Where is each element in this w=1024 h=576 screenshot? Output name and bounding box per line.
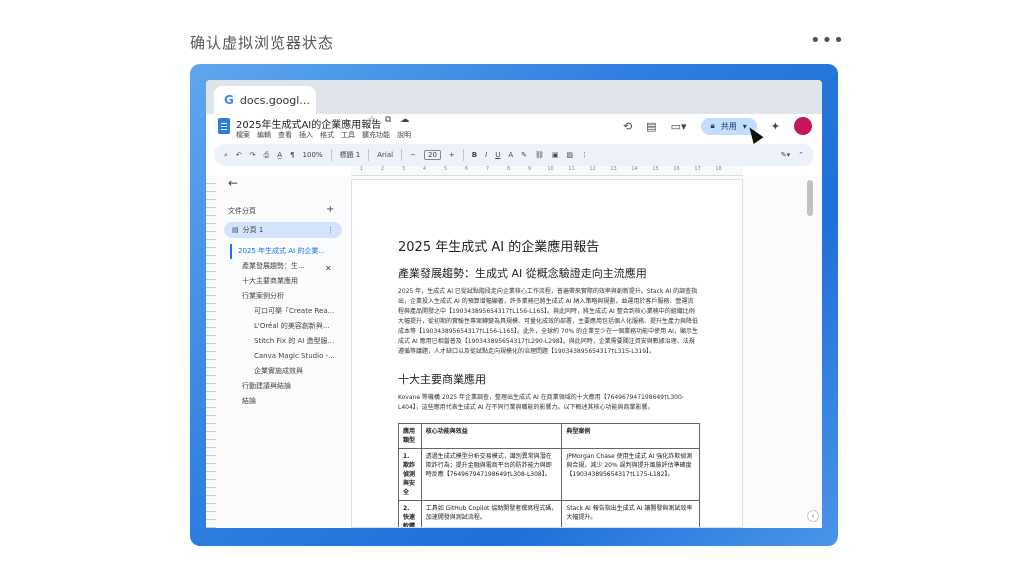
table-row: 2. 快速軟體開發 工具如 GitHub Copilot 協助開發者撰寫程式碼，…: [398, 500, 700, 527]
ruler-tick: 10: [547, 166, 554, 172]
heading-apps: 十大主要商業應用: [398, 373, 486, 386]
outline-item[interactable]: 行動建議與結論: [230, 379, 342, 394]
ruler-tick: 12: [589, 166, 596, 172]
ruler-tick: 15: [652, 166, 659, 172]
scrollbar-thumb[interactable]: [807, 180, 813, 216]
tab-doc-icon: ▤: [232, 226, 239, 234]
table-row: 1. 欺詐偵測與安全 透過生成式模型分析交易模式，識別異常與潛在欺詐行為；提升金…: [398, 448, 700, 501]
ruler-tick: 6: [464, 166, 469, 172]
table-header: 典型案例: [561, 423, 700, 449]
table-header: 應用類型: [398, 423, 422, 449]
table-cell: 1. 欺詐偵測與安全: [398, 448, 422, 501]
ruler-tick: 11: [568, 166, 575, 172]
collapse-panel-icon[interactable]: ‹: [807, 510, 819, 522]
outline-item[interactable]: Stitch Fix 的 AI 造型服...: [230, 334, 342, 349]
table-header: 核心功能與效益: [420, 423, 563, 449]
table-cell: 2. 快速軟體開發: [398, 500, 422, 527]
close-icon[interactable]: ✕: [325, 264, 332, 273]
outline-item[interactable]: Canva Magic Studio -...: [230, 349, 342, 364]
outline-item[interactable]: 企業實施成效與: [230, 364, 342, 379]
table-cell: 工具如 GitHub Copilot 協助開發者撰寫程式碼，加速開發與測試流程。: [420, 500, 563, 527]
docs-workspace: 1 2 3 4 5 6 7 8 9 10 11 12 13 14 15 16 17 18 ← 文件分頁 + ▤ 分…: [206, 80, 822, 528]
table-cell: JPMorgan Chase 使用生成式 AI 強化詐欺偵測與合規，減少 20%…: [561, 448, 700, 501]
outline-item[interactable]: 十大主要商業應用: [230, 274, 342, 289]
applications-table: 應用類型 核心功能與效益 典型案例 1. 欺詐偵測與安全 透過生成式模型分析交易…: [398, 423, 700, 527]
horizontal-ruler: 1 2 3 4 5 6 7 8 9 10 11 12 13 14 15 16 17 18: [351, 166, 743, 176]
table-cell: Stack AI 報告指出生成式 AI 讓開發與測試效率大幅提升。: [561, 500, 700, 527]
table-cell: 透過生成式模型分析交易模式，識別異常與潛在欺詐行為；提升金融與電商平台的防詐能力…: [420, 448, 563, 501]
document-outline-sidebar: ← 文件分頁 + ▤ 分頁 1 ⋮ 2025 年生成式 AI 的企業... 產業發…: [216, 176, 346, 528]
ruler-tick: 1: [359, 166, 364, 172]
document-page[interactable]: 2025 年生成式 AI 的企業應用報告 產業發展趨勢：生成式 AI 從概念驗證…: [351, 179, 743, 528]
outline-item[interactable]: 2025 年生成式 AI 的企業...: [230, 244, 342, 259]
ruler-tick: 13: [610, 166, 617, 172]
outline-item[interactable]: 結論: [230, 394, 342, 409]
outline-item[interactable]: 行業案例分析: [230, 289, 342, 304]
outline-item[interactable]: 可口可樂「Create Rea...: [230, 304, 342, 319]
tabs-heading: 文件分頁: [228, 207, 256, 215]
vertical-ruler: [206, 176, 216, 528]
ruler-tick: 5: [443, 166, 448, 172]
tab-item-label: 分頁 1: [242, 226, 264, 234]
page-title: 确认虚拟浏览器状态: [190, 34, 335, 52]
ruler-tick: 9: [527, 166, 532, 172]
ruler-tick: 17: [694, 166, 701, 172]
ruler-tick: 14: [631, 166, 638, 172]
ruler-tick: 16: [673, 166, 680, 172]
paragraph-apps: Kovane 等機構 2025 年企業調查，整理出生成式 AI 在商業領域的十大…: [398, 394, 684, 411]
back-arrow-icon[interactable]: ←: [228, 176, 238, 190]
paragraph-trend: 2025 年，生成式 AI 已從試點階段走向企業核心工作流程，普遍帶來實際的效率…: [398, 288, 699, 355]
tab-options-icon[interactable]: ⋮: [327, 226, 334, 234]
ruler-tick: 3: [401, 166, 406, 172]
outline-item[interactable]: L'Oréal 的美容創新與...: [230, 319, 342, 334]
ruler-tick: 7: [485, 166, 490, 172]
ruler-tick: 4: [422, 166, 427, 172]
add-tab-button[interactable]: +: [326, 204, 334, 215]
ruler-tick: 8: [506, 166, 511, 172]
ruler-tick: 2: [380, 166, 385, 172]
more-options-icon[interactable]: •••: [810, 30, 845, 51]
doc-main-title: 2025 年生成式 AI 的企業應用報告: [398, 240, 600, 255]
tab-item-1[interactable]: ▤ 分頁 1 ⋮: [224, 222, 342, 238]
heading-trend: 產業發展趨勢：生成式 AI 從概念驗證走向主流應用: [398, 267, 647, 280]
ruler-tick: 18: [715, 166, 722, 172]
vertical-scrollbar[interactable]: [806, 176, 814, 528]
